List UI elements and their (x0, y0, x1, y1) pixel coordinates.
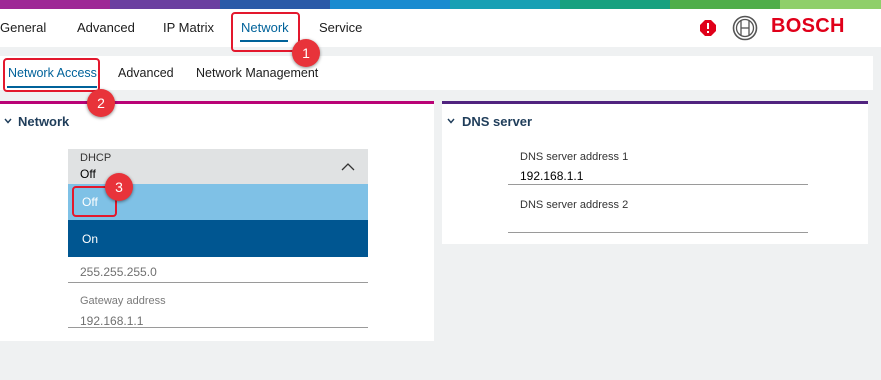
step-badge-1: 1 (292, 39, 320, 67)
tab-service[interactable]: Service (319, 20, 362, 35)
chevron-down-icon[interactable] (4, 117, 12, 125)
subtab-network-management[interactable]: Network Management (196, 66, 318, 80)
dhcp-option-on[interactable] (68, 220, 368, 257)
dhcp-value: Off (80, 167, 96, 181)
highlight-network-access-tab (3, 58, 100, 92)
dhcp-option-on-label: On (82, 232, 99, 246)
gateway-underline (68, 327, 368, 328)
dns1-label: DNS server address 1 (520, 151, 629, 163)
alert-icon[interactable] (700, 20, 716, 36)
dns2-label: DNS server address 2 (520, 199, 629, 211)
brand-color-stripe (0, 0, 881, 9)
dhcp-label: DHCP (80, 152, 112, 164)
subtab-advanced[interactable]: Advanced (118, 66, 174, 80)
dns2-underline (508, 232, 808, 233)
step-badge-2: 2 (87, 89, 115, 117)
dns-section-title[interactable]: DNS server (462, 114, 532, 129)
dns-panel-accent (442, 101, 868, 104)
brand-logo: BOSCH (771, 15, 845, 37)
gateway-label: Gateway address (80, 295, 166, 307)
network-section-title[interactable]: Network (18, 114, 69, 129)
subnet-mask-underline (68, 282, 368, 283)
tab-ip-matrix[interactable]: IP Matrix (163, 20, 214, 35)
gateway-value[interactable]: 192.168.1.1 (80, 314, 143, 328)
subnet-mask-value[interactable]: 255.255.255.0 (80, 265, 157, 279)
chevron-down-icon[interactable] (447, 117, 455, 125)
dns1-underline (508, 184, 808, 185)
tab-advanced[interactable]: Advanced (77, 20, 135, 35)
step-badge-3: 3 (105, 173, 133, 201)
bosch-armature-logo-icon (732, 15, 758, 41)
network-panel-accent (0, 101, 434, 104)
dns1-value[interactable]: 192.168.1.1 (520, 169, 583, 183)
chevron-up-icon[interactable] (341, 162, 355, 171)
highlight-network-tab (231, 12, 300, 52)
tab-general[interactable]: General (0, 20, 46, 35)
